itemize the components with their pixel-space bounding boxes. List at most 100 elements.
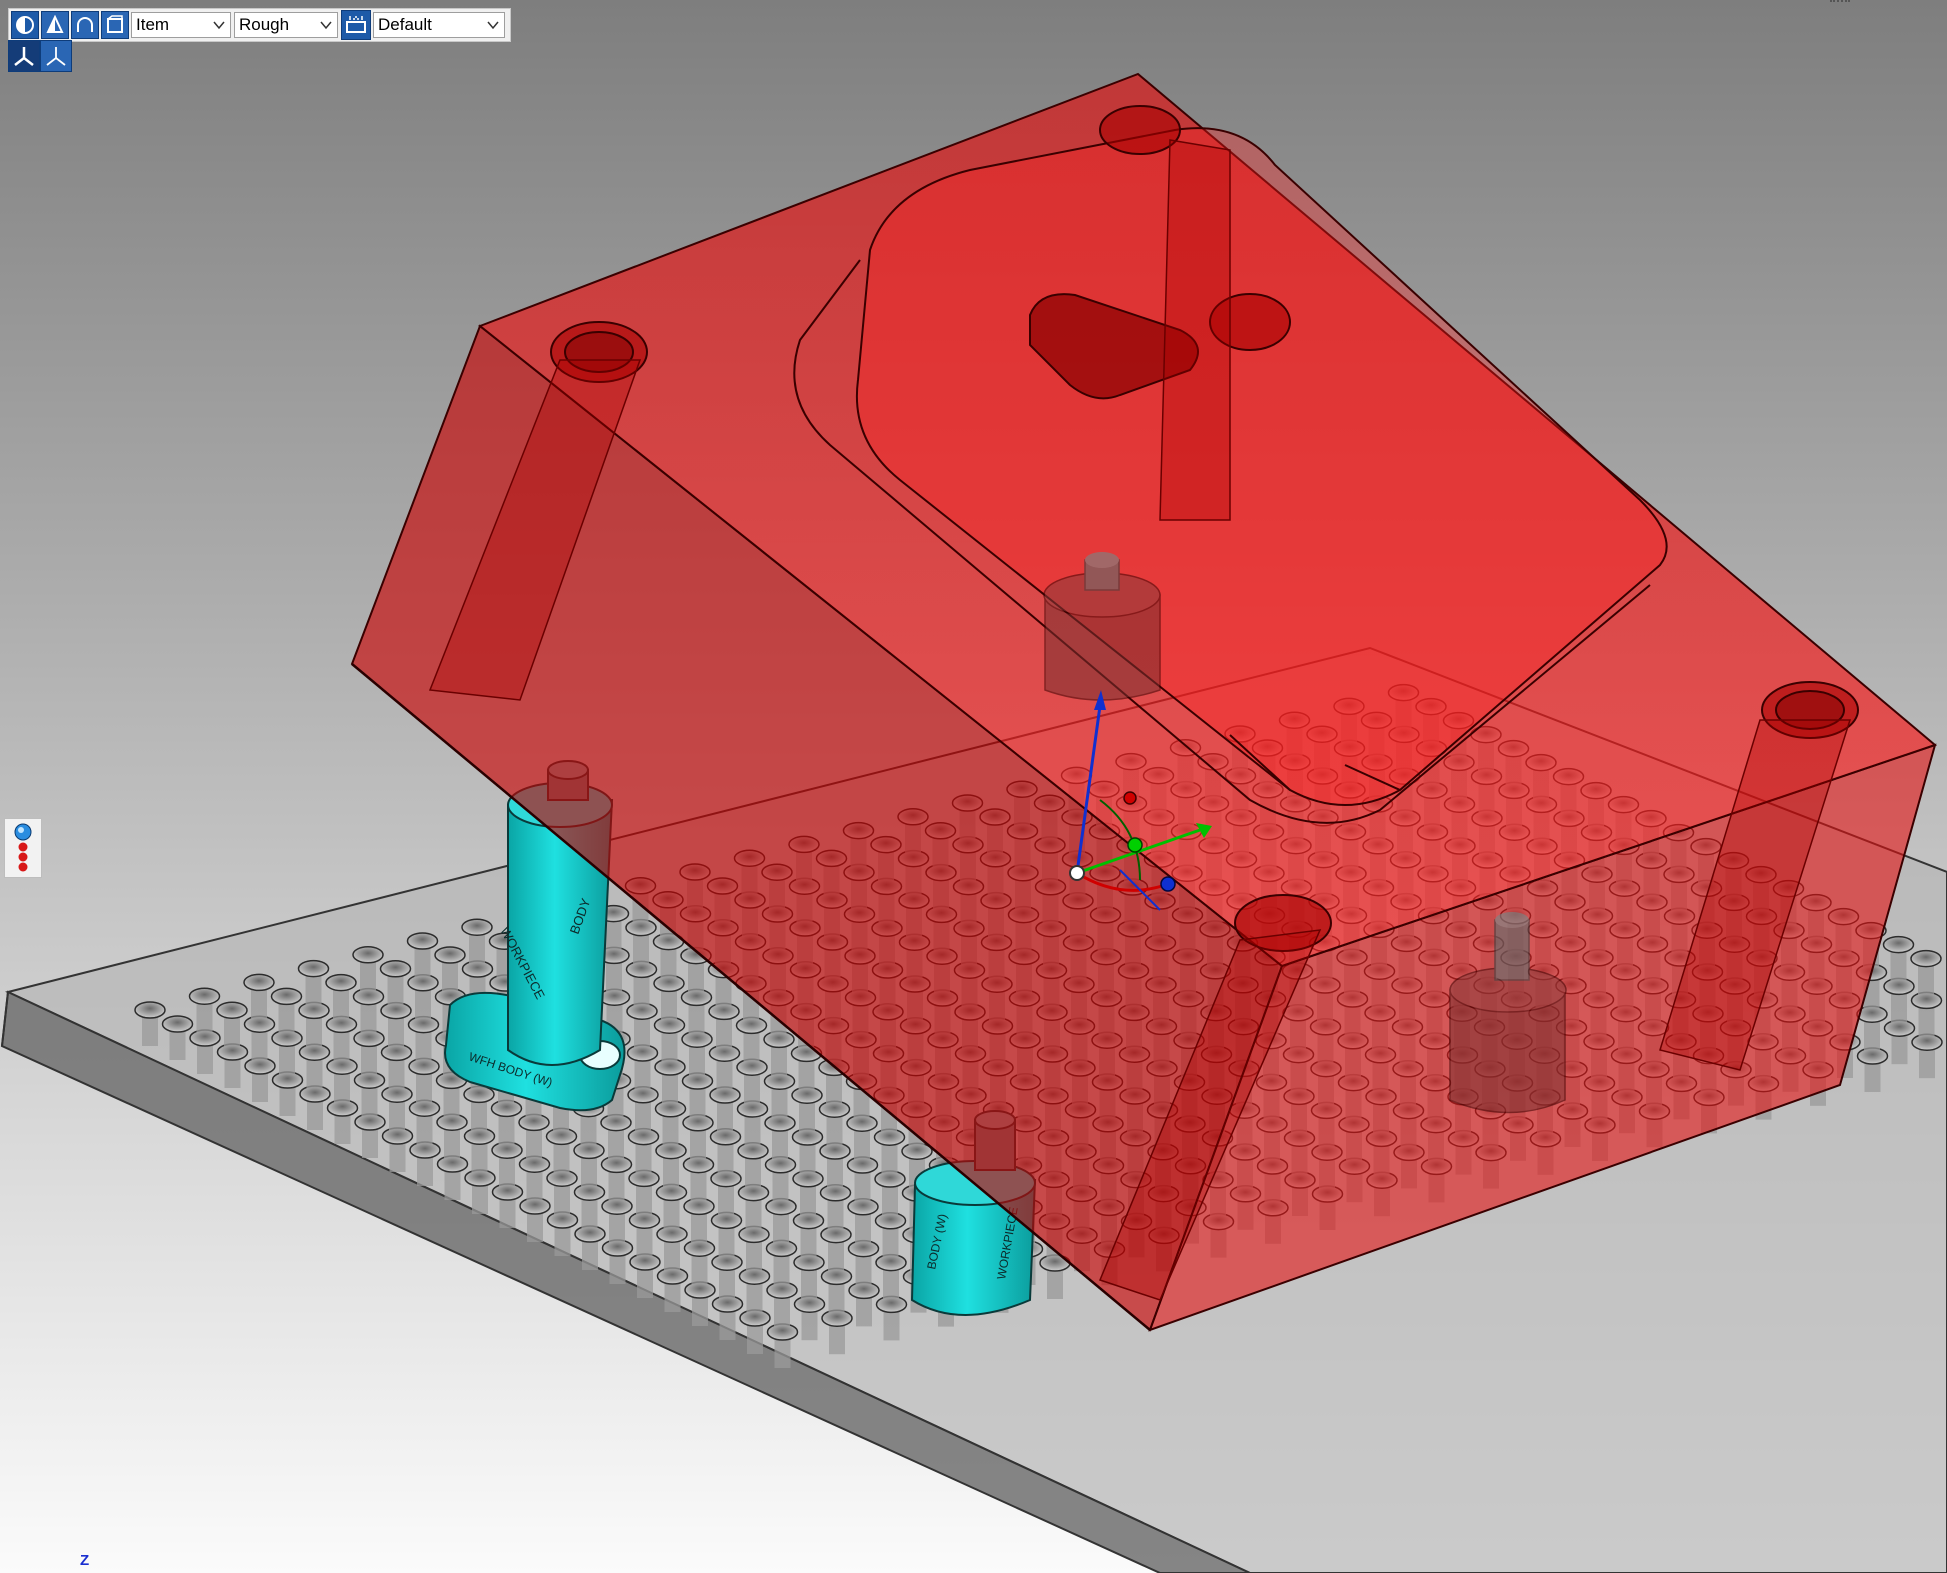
pin-head xyxy=(736,1058,768,1076)
pin-head xyxy=(820,1267,853,1286)
pin-head xyxy=(708,1044,741,1062)
pin-head xyxy=(821,1309,853,1327)
view-selector[interactable]: Default xyxy=(373,12,505,38)
pin-head xyxy=(546,1169,578,1187)
pin-head xyxy=(709,1086,741,1104)
pin-head xyxy=(1882,935,1915,954)
gizmo-origin[interactable] xyxy=(1069,865,1085,881)
pin-head xyxy=(600,1113,632,1132)
pin-head xyxy=(1856,1047,1889,1065)
pin-head xyxy=(298,1043,331,1061)
z-axis-label: Z xyxy=(80,1552,90,1569)
pin-head xyxy=(436,1113,468,1131)
pin-head xyxy=(353,1029,385,1048)
pin-head xyxy=(708,1002,740,1021)
pin-head xyxy=(297,959,330,978)
pin-head xyxy=(684,1281,716,1299)
pin-head xyxy=(1910,991,1943,1010)
pin-head xyxy=(710,1169,742,1188)
pin-head xyxy=(518,1155,551,1173)
pin-head xyxy=(655,1183,688,1202)
pin-head xyxy=(792,1170,824,1188)
pin-head xyxy=(680,988,713,1007)
pin-head xyxy=(874,1212,907,1230)
pin-head xyxy=(436,1155,469,1173)
pin-head xyxy=(764,1114,796,1132)
pin-head xyxy=(846,1114,878,1132)
pin-head xyxy=(573,1183,606,1201)
pin-head xyxy=(847,1239,880,1258)
pin-head xyxy=(134,1001,166,1019)
cone-icon[interactable] xyxy=(41,11,69,39)
pin-head xyxy=(766,1281,798,1299)
gizmo-x-handle[interactable] xyxy=(1127,837,1143,853)
pin-head xyxy=(710,1211,743,1230)
pin-head xyxy=(655,1141,687,1160)
pin-head xyxy=(738,1267,771,1285)
pin-head xyxy=(406,932,439,950)
pin-head xyxy=(299,1085,331,1103)
grid-display-icon[interactable] xyxy=(341,10,371,40)
pin-head xyxy=(409,1141,441,1159)
pin-head xyxy=(653,1016,686,1034)
pin-head xyxy=(681,1072,714,1090)
chevron-down-icon xyxy=(213,21,225,30)
gizmo-y-handle[interactable] xyxy=(1160,876,1176,892)
axis-triad-alt-icon[interactable] xyxy=(40,40,72,72)
pin-head xyxy=(546,1211,579,1229)
pin-head xyxy=(490,1099,523,1118)
pin-head xyxy=(598,988,631,1006)
pin-head xyxy=(711,1295,744,1313)
item-selector[interactable]: Item xyxy=(131,12,231,38)
pin-head xyxy=(848,1281,880,1300)
pin-head xyxy=(491,1183,524,1201)
pin-head xyxy=(463,1085,495,1104)
pin-head xyxy=(737,1183,770,1202)
pin-head xyxy=(380,1001,412,1020)
pin-head xyxy=(325,973,357,992)
pin-head xyxy=(683,1197,715,1216)
pin-head xyxy=(846,1156,879,1174)
pin-head xyxy=(601,1239,634,1257)
pin-head xyxy=(271,1071,304,1089)
pin-head xyxy=(766,1323,799,1341)
box-icon[interactable] xyxy=(101,11,129,39)
pin-head xyxy=(763,1030,795,1049)
pin-head xyxy=(682,1155,715,1174)
pin-head xyxy=(353,1071,386,1089)
pin-head xyxy=(326,1099,359,1117)
pin-head xyxy=(654,1058,686,1076)
pin-head xyxy=(1883,1019,1916,1037)
window-corner-mark xyxy=(1830,0,1850,6)
pin-head xyxy=(793,1295,826,1313)
pin-head xyxy=(763,1072,796,1090)
view-toolbar: Item Rough Default xyxy=(8,8,511,42)
chevron-down-icon xyxy=(487,21,499,30)
pin-head xyxy=(874,1170,906,1188)
pin-head xyxy=(735,1016,768,1035)
axis-triad-icon[interactable] xyxy=(8,40,40,72)
dot-stack-icon[interactable] xyxy=(4,818,42,878)
pin-head xyxy=(434,946,466,964)
pin-head xyxy=(352,987,385,1006)
pin-head xyxy=(463,1127,496,1145)
gizmo-z-handle[interactable] xyxy=(1123,791,1137,805)
pin-head xyxy=(408,1057,440,1076)
pin-head xyxy=(711,1253,743,1271)
3d-viewport[interactable]: WORKPIECE BODY WFH BODY (W) BODY (W) WOR… xyxy=(0,0,1947,1573)
pin-head xyxy=(819,1184,852,1202)
pin-head xyxy=(765,1197,797,1216)
pin-head xyxy=(271,1029,303,1047)
view-selector-value: Default xyxy=(378,15,432,34)
arch-icon[interactable] xyxy=(71,11,99,39)
quality-selector[interactable]: Rough xyxy=(234,12,338,38)
shaded-sphere-icon[interactable] xyxy=(11,11,39,39)
pin-head xyxy=(628,1169,660,1188)
pin-head xyxy=(1883,977,1915,996)
pin-head xyxy=(736,1100,769,1118)
pin-head xyxy=(326,1057,358,1075)
pin-head xyxy=(819,1142,851,1160)
pin-head xyxy=(161,1015,194,1033)
pin-head xyxy=(656,1267,689,1285)
pin-head xyxy=(709,1128,742,1146)
